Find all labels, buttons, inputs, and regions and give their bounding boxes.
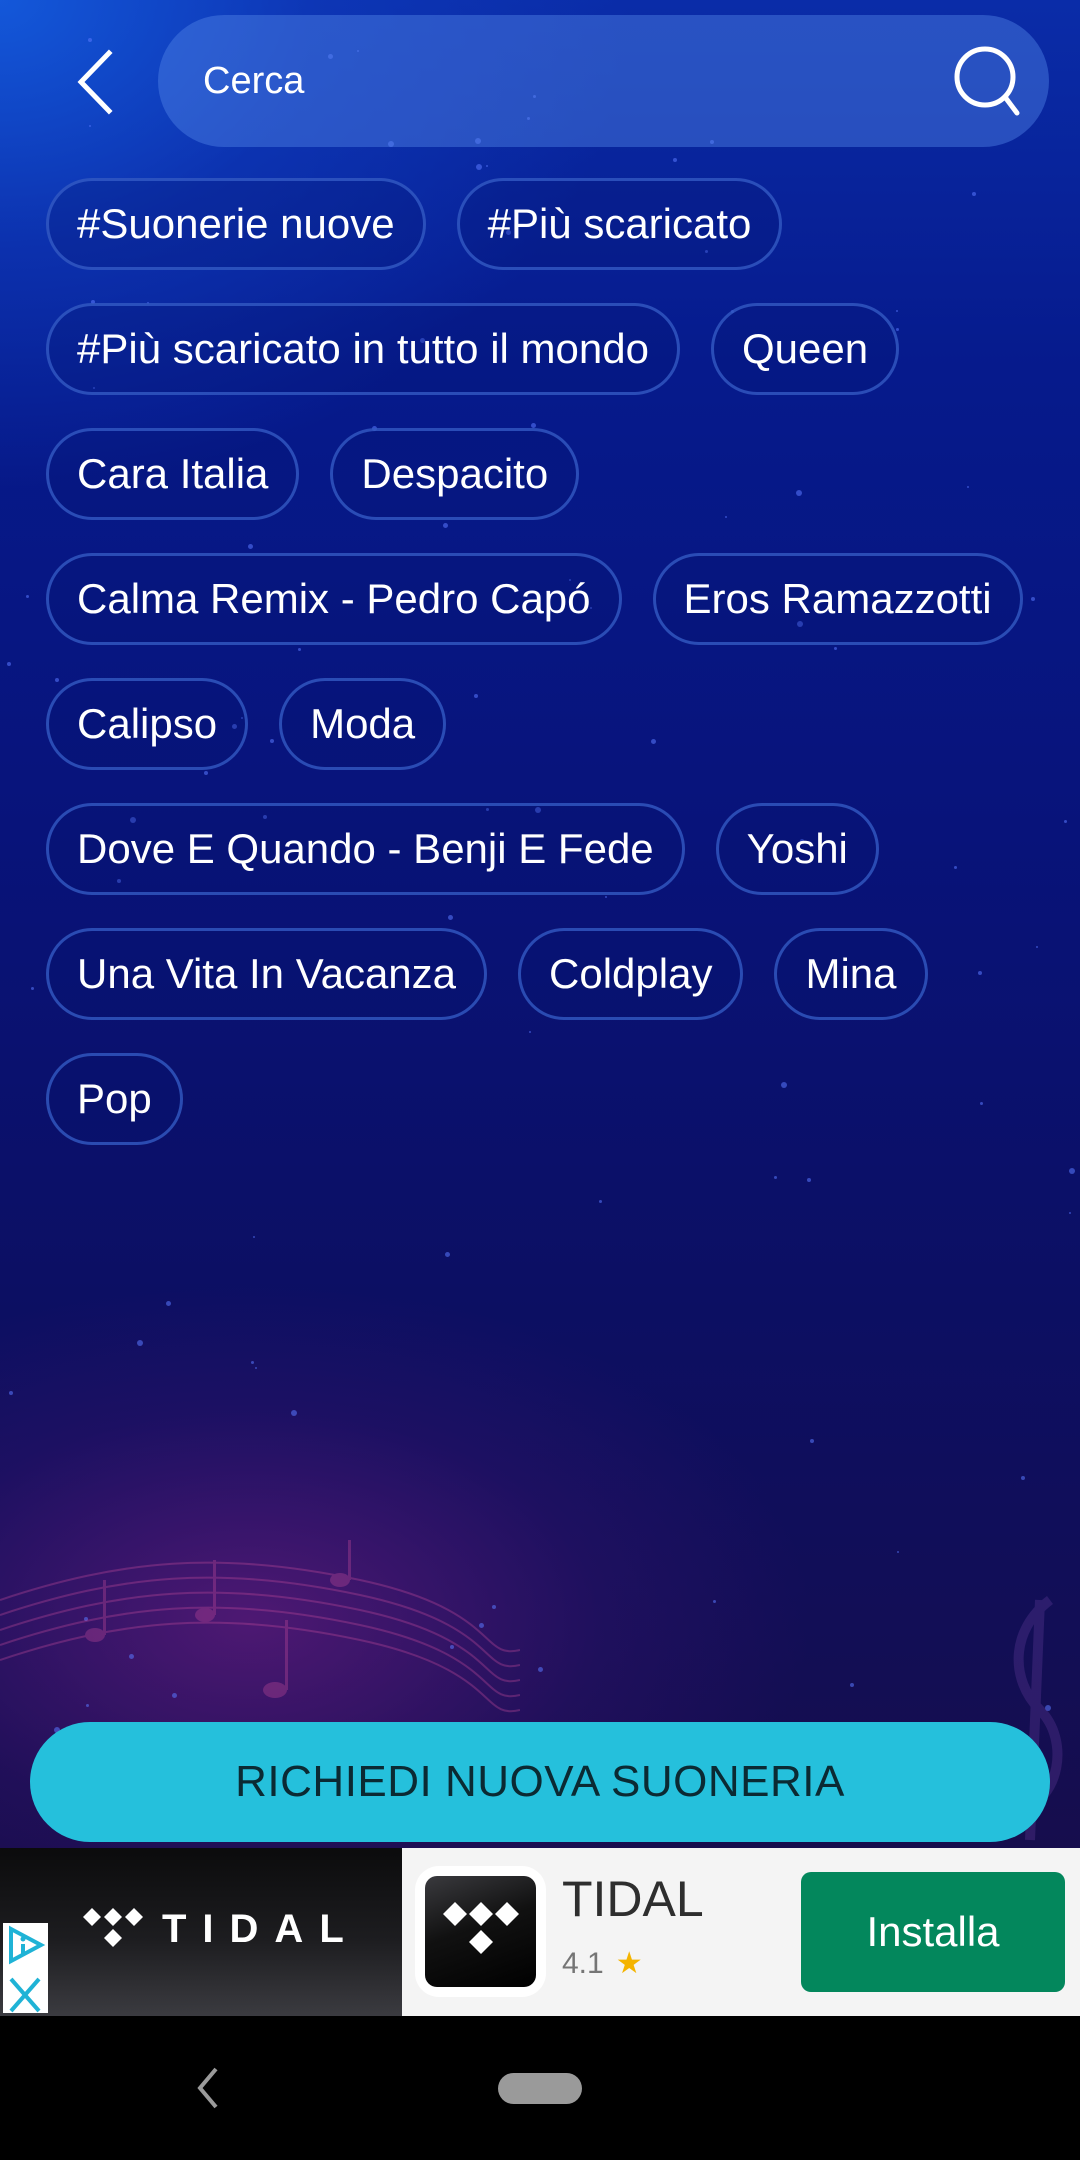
star-dot	[445, 1252, 450, 1257]
ad-banner[interactable]: TIDAL TIDAL 4.1 ★ Installa	[0, 1848, 1080, 2016]
tidal-logo-icon	[442, 1901, 519, 1954]
star-dot	[26, 595, 29, 598]
ad-rating-value: 4.1	[562, 1946, 604, 1980]
chevron-left-icon	[77, 49, 113, 115]
star-dot	[7, 662, 11, 666]
app-icon-frame[interactable]	[415, 1866, 546, 1997]
star-icon: ★	[615, 1947, 643, 1980]
close-icon[interactable]	[3, 1973, 48, 2018]
request-new-ringtone-button[interactable]: RICHIEDI NUOVA SUONERIA	[30, 1722, 1050, 1842]
music-notes-decoration	[0, 1540, 520, 1713]
tag-chip[interactable]: Coldplay	[518, 928, 744, 1020]
tag-chip[interactable]: Una Vita In Vacanza	[46, 928, 488, 1020]
home-pill-icon[interactable]	[498, 2073, 582, 2104]
ad-banner-image[interactable]: TIDAL	[0, 1848, 402, 2016]
tag-chip[interactable]: Calma Remix - Pedro Capó	[46, 553, 622, 645]
nav-back-icon[interactable]	[192, 2066, 222, 2110]
tag-chip[interactable]: Pop	[46, 1053, 183, 1145]
tag-chip[interactable]: Dove E Quando - Benji E Fede	[46, 803, 685, 895]
star-dot	[807, 1178, 811, 1182]
tidal-logo-icon	[83, 1908, 143, 1947]
tag-chip[interactable]: Queen	[710, 303, 900, 395]
tag-chip[interactable]: #Più scaricato	[456, 178, 783, 270]
ad-banner-brand-text: TIDAL	[162, 1906, 360, 1951]
tag-list: #Suonerie nuove #Più scaricato #Più scaric…	[46, 178, 1056, 1145]
ad-rating: 4.1 ★	[562, 1946, 643, 1981]
star-dot	[291, 1410, 297, 1416]
star-dot	[166, 1301, 171, 1306]
tag-chip[interactable]: Calipso	[46, 678, 249, 770]
tag-chip[interactable]: Yoshi	[715, 803, 879, 895]
star-dot	[137, 1340, 143, 1346]
tag-chip[interactable]: Eros Ramazzotti	[652, 553, 1023, 645]
star-dot	[774, 1176, 777, 1179]
tidal-app-icon	[425, 1876, 536, 1987]
star-dot	[673, 158, 677, 162]
star-dot	[476, 164, 482, 170]
star-dot	[713, 1600, 716, 1603]
star-dot	[1069, 1168, 1075, 1174]
star-dot	[810, 1439, 814, 1443]
system-navigation-bar	[0, 2016, 1080, 2160]
star-dot	[897, 1551, 899, 1553]
back-button[interactable]	[62, 40, 128, 124]
adchoices-box[interactable]	[3, 1923, 48, 2013]
star-dot	[1069, 1212, 1071, 1214]
search-icon[interactable]	[949, 41, 1029, 121]
tag-chip[interactable]: #Più scaricato in tutto il mondo	[46, 303, 680, 395]
tag-chip[interactable]: Mina	[774, 928, 928, 1020]
star-dot	[255, 1367, 257, 1369]
star-dot	[1021, 1476, 1025, 1480]
star-dot	[486, 165, 488, 167]
star-dot	[251, 1361, 254, 1364]
star-dot	[599, 1200, 602, 1203]
tag-chip[interactable]: #Suonerie nuove	[46, 178, 426, 270]
search-bar[interactable]	[158, 15, 1049, 147]
tag-chip[interactable]: Moda	[279, 678, 447, 770]
adchoices-icon[interactable]	[3, 1923, 48, 1968]
star-dot	[850, 1683, 854, 1687]
tag-chip[interactable]: Despacito	[330, 428, 580, 520]
star-dot	[31, 987, 34, 990]
search-input[interactable]	[203, 41, 863, 121]
ad-app-name: TIDAL	[562, 1871, 704, 1927]
star-dot	[89, 125, 91, 127]
star-dot	[9, 1391, 13, 1395]
tidal-banner-logo: TIDAL	[82, 1906, 360, 1952]
star-dot	[253, 1236, 255, 1238]
install-button[interactable]: Installa	[801, 1872, 1065, 1992]
star-dot	[1064, 820, 1067, 823]
star-dot	[538, 1667, 543, 1672]
tag-chip[interactable]: Cara Italia	[46, 428, 300, 520]
